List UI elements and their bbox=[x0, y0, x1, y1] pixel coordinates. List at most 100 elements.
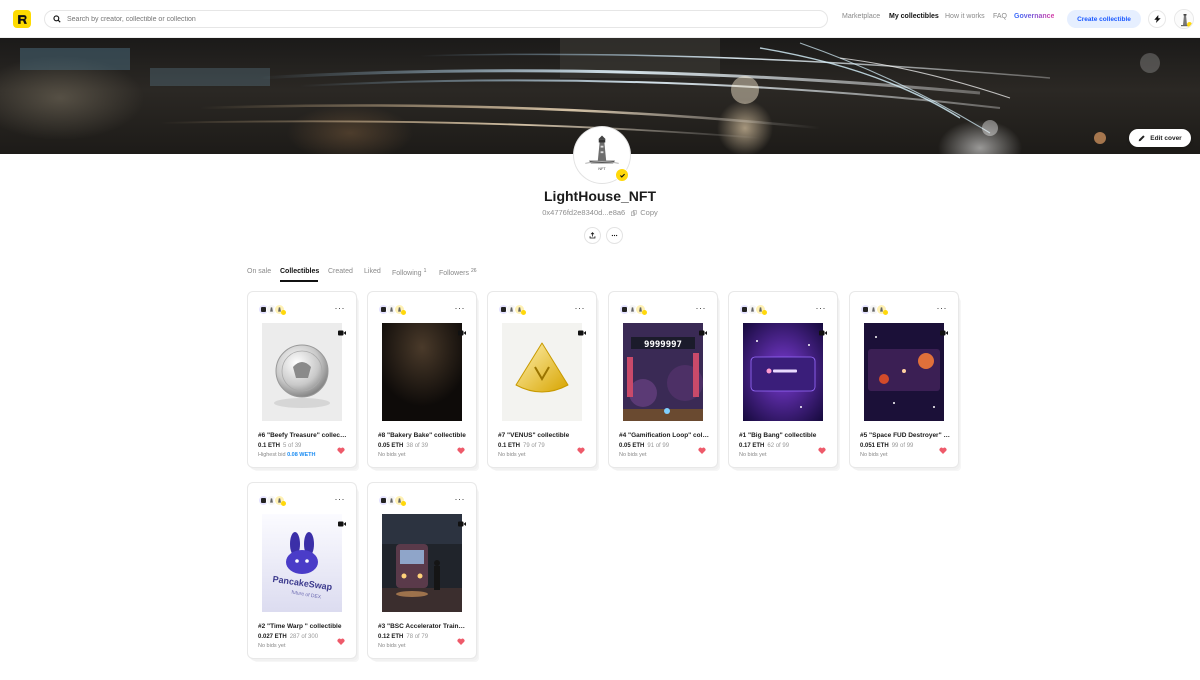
video-icon bbox=[699, 330, 707, 336]
owner-avatar[interactable] bbox=[876, 304, 888, 315]
copy-label: Copy bbox=[640, 208, 658, 217]
card-more-button[interactable]: ··· bbox=[575, 304, 586, 313]
verified-badge-icon bbox=[521, 310, 526, 315]
card-more-button[interactable]: ··· bbox=[335, 304, 346, 313]
owner-avatar[interactable] bbox=[514, 304, 526, 315]
collectible-price-row: 0.05 ETH 38 of 39 bbox=[378, 443, 428, 449]
checkmark-icon bbox=[619, 173, 625, 178]
nav-my-collectibles[interactable]: My collectibles bbox=[889, 13, 939, 20]
heart-icon[interactable] bbox=[939, 447, 947, 454]
owner-avatar[interactable] bbox=[394, 304, 406, 315]
collectible-card[interactable]: ··· PancakeSwap future of DEX #2 "Time Wa… bbox=[247, 482, 357, 659]
card-more-button[interactable]: ··· bbox=[696, 304, 707, 313]
owner-avatar[interactable] bbox=[755, 304, 767, 315]
copy-address-button[interactable]: Copy bbox=[631, 208, 658, 217]
tab-liked[interactable]: Liked bbox=[364, 268, 381, 275]
heart-icon[interactable] bbox=[457, 447, 465, 454]
heart-icon[interactable] bbox=[337, 447, 345, 454]
heart-icon[interactable] bbox=[337, 638, 345, 645]
collectible-title[interactable]: #5 "Space FUD Destroyer" collectible bbox=[860, 432, 950, 439]
collectible-image[interactable] bbox=[502, 323, 582, 421]
collectible-bid-status: No bids yet bbox=[378, 452, 406, 458]
tab-created[interactable]: Created bbox=[328, 268, 353, 275]
bid-text: No bids yet bbox=[498, 452, 526, 458]
collectible-image[interactable] bbox=[864, 323, 944, 421]
heart-icon[interactable] bbox=[818, 447, 826, 454]
owner-avatar[interactable] bbox=[394, 495, 406, 506]
collectible-title[interactable]: #6 "Beefy Treasure" collectible bbox=[258, 432, 348, 439]
collectible-title[interactable]: #1 "Big Bang" collectible bbox=[739, 432, 829, 439]
bid-text: No bids yet bbox=[258, 643, 286, 649]
active-tab-indicator bbox=[280, 280, 318, 282]
wallet-address-row: 0x4776fd2e8340d...e8a6 Copy bbox=[0, 208, 1200, 217]
collectible-title[interactable]: #3 "BSC Accelerator Train" collectible bbox=[378, 623, 468, 630]
lighthouse-avatar-icon bbox=[1175, 10, 1193, 28]
owner-avatar[interactable] bbox=[274, 495, 286, 506]
tab-followers[interactable]: Followers 26 bbox=[439, 268, 477, 277]
collectible-bid-status: Highest bid 0.08 WETH bbox=[258, 452, 316, 458]
collectible-price: 0.17 ETH bbox=[739, 443, 765, 449]
collectible-card[interactable]: ··· #8 "Bakery Bake" collectible 0.05 ET… bbox=[367, 291, 477, 468]
user-avatar[interactable] bbox=[1174, 9, 1194, 29]
tab-on-sale[interactable]: On sale bbox=[247, 268, 271, 275]
collectible-title[interactable]: #8 "Bakery Bake" collectible bbox=[378, 432, 468, 439]
heart-icon[interactable] bbox=[698, 447, 706, 454]
verified-badge-icon bbox=[401, 501, 406, 506]
collectible-edition: 78 of 79 bbox=[406, 634, 429, 640]
collectible-card[interactable]: ··· #3 "BSC Accelerator Train" collectib… bbox=[367, 482, 477, 659]
card-more-button[interactable]: ··· bbox=[937, 304, 948, 313]
bakery-artwork bbox=[382, 323, 462, 421]
bid-text: No bids yet bbox=[378, 643, 406, 649]
card-more-button[interactable]: ··· bbox=[335, 495, 346, 504]
tab-label: Created bbox=[328, 268, 353, 275]
space-fud-artwork bbox=[864, 323, 944, 421]
collectible-card[interactable]: ··· #1 "Big Bang" collectible 0.17 ETH 62… bbox=[728, 291, 838, 468]
collectible-image[interactable] bbox=[743, 323, 823, 421]
nav-faq[interactable]: FAQ bbox=[993, 13, 1007, 20]
search-input[interactable] bbox=[67, 15, 767, 23]
collectible-title[interactable]: #7 "VENUS" collectible bbox=[498, 432, 588, 439]
collectible-card[interactable]: ··· #7 "VENUS" collectible 0.1 ETH 79 of … bbox=[487, 291, 597, 468]
owner-avatar[interactable] bbox=[274, 304, 286, 315]
collectible-image[interactable]: 9999997 bbox=[623, 323, 703, 421]
collectible-title[interactable]: #4 "Gamification Loop" collectible bbox=[619, 432, 709, 439]
video-icon bbox=[940, 330, 948, 336]
search-bar[interactable] bbox=[44, 10, 828, 28]
collectible-card[interactable]: ··· 9999997 #4 "Gamification Loop" colle… bbox=[608, 291, 718, 468]
heart-icon[interactable] bbox=[577, 447, 585, 454]
bid-text: No bids yet bbox=[378, 452, 406, 458]
collectible-bid-status: No bids yet bbox=[378, 643, 406, 649]
more-options-button[interactable] bbox=[606, 227, 623, 244]
card-more-button[interactable]: ··· bbox=[816, 304, 827, 313]
verified-badge-icon bbox=[642, 310, 647, 315]
share-button[interactable] bbox=[584, 227, 601, 244]
logo-icon bbox=[17, 14, 27, 24]
collectible-image[interactable] bbox=[382, 323, 462, 421]
collectible-image[interactable] bbox=[262, 323, 342, 421]
bid-text: Highest bid bbox=[258, 452, 286, 458]
following-count: 1 bbox=[423, 268, 427, 274]
owner-avatar[interactable] bbox=[635, 304, 647, 315]
edit-cover-button[interactable]: Edit cover bbox=[1129, 129, 1191, 147]
collectible-title[interactable]: #2 "Time Warp " collectible bbox=[258, 623, 348, 630]
tab-following[interactable]: Following 1 bbox=[392, 268, 426, 277]
collectible-price-row: 0.1 ETH 79 of 79 bbox=[498, 443, 545, 449]
nav-how-it-works[interactable]: How it works bbox=[945, 13, 985, 20]
verified-badge-icon bbox=[401, 310, 406, 315]
edit-cover-label: Edit cover bbox=[1150, 134, 1182, 142]
rarible-logo[interactable] bbox=[13, 10, 31, 28]
collectible-image[interactable]: PancakeSwap future of DEX bbox=[262, 514, 342, 612]
heart-icon[interactable] bbox=[457, 638, 465, 645]
card-more-button[interactable]: ··· bbox=[455, 495, 466, 504]
collectible-image[interactable] bbox=[382, 514, 462, 612]
create-collectible-button[interactable]: Create collectible bbox=[1067, 10, 1141, 28]
pencil-icon bbox=[1138, 134, 1145, 141]
nav-governance[interactable]: Governance bbox=[1014, 13, 1054, 20]
tab-label: Following bbox=[392, 270, 422, 277]
collectible-card[interactable]: ··· #6 "Beefy Treasure" collectible 0.1 … bbox=[247, 291, 357, 468]
collectible-card[interactable]: ··· #5 "Space FUD Destroyer" collectible… bbox=[849, 291, 959, 468]
nav-marketplace[interactable]: Marketplace bbox=[842, 13, 880, 20]
card-more-button[interactable]: ··· bbox=[455, 304, 466, 313]
tab-collectibles[interactable]: Collectibles bbox=[280, 268, 319, 275]
activity-button[interactable] bbox=[1148, 10, 1166, 28]
